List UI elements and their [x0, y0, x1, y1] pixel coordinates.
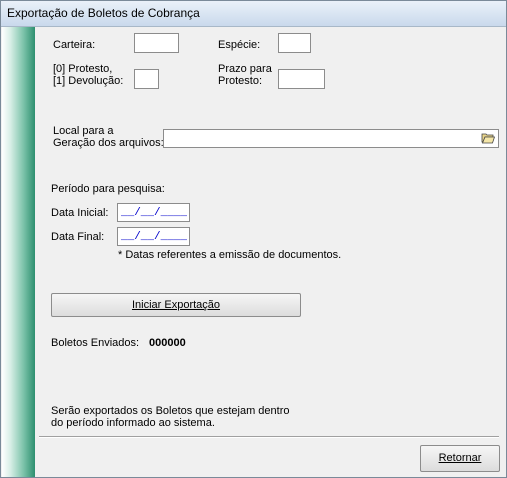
local-arquivos-input[interactable]: [163, 129, 499, 148]
local-label-line2: Geração dos arquivos:: [53, 137, 164, 149]
prazo-label-line2: Protesto:: [218, 75, 263, 87]
datas-note: * Datas referentes a emissão de document…: [118, 249, 342, 261]
iniciar-exportacao-label: Iniciar Exportação: [131, 299, 221, 311]
carteira-input[interactable]: [134, 33, 179, 53]
prazo-protesto-input[interactable]: [278, 69, 325, 89]
info-line2: do período informado ao sistema.: [51, 417, 215, 429]
data-inicial-input[interactable]: __/__/____: [117, 203, 190, 222]
protesto-devolucao-input[interactable]: [134, 69, 159, 89]
carteira-label: Carteira:: [53, 39, 96, 51]
title-bar: Exportação de Boletos de Cobrança: [1, 1, 506, 27]
periodo-label: Período para pesquisa:: [51, 183, 165, 195]
iniciar-exportacao-button[interactable]: Iniciar Exportação: [51, 293, 301, 317]
folder-open-icon[interactable]: [481, 132, 495, 144]
especie-label: Espécie:: [218, 39, 261, 51]
retornar-label: Retornar: [438, 452, 482, 464]
retornar-button[interactable]: Retornar: [420, 445, 500, 472]
data-final-input[interactable]: __/__/____: [117, 227, 190, 246]
decorative-sidebar: [2, 27, 35, 477]
window-title: Exportação de Boletos de Cobrança: [7, 6, 200, 20]
boletos-enviados-label: Boletos Enviados:: [51, 337, 140, 349]
devolucao-label-line2: [1] Devolução:: [53, 75, 124, 87]
footer-separator: [39, 436, 499, 438]
data-final-label: Data Final:: [51, 231, 105, 243]
export-window: Exportação de Boletos de Cobrança Cartei…: [0, 0, 507, 478]
boletos-enviados-count: 000000: [149, 337, 186, 349]
data-inicial-label: Data Inicial:: [51, 207, 109, 219]
especie-input[interactable]: [278, 33, 311, 53]
